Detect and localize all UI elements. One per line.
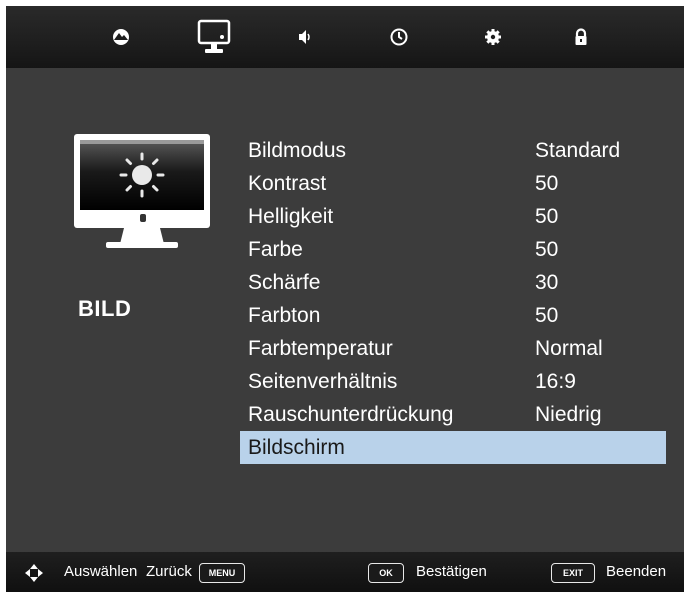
footer-confirm-label: Bestätigen [416, 563, 487, 580]
footer-back-label: Zurück [146, 563, 192, 580]
menu-item-label: Farbtemperatur [248, 337, 393, 360]
footer-exit-label: Beenden [606, 563, 667, 580]
menu-item-value: 30 [535, 271, 559, 294]
menu-item-label: Farbe [248, 238, 303, 261]
menu-item-kontrast[interactable]: Kontrast 50 [240, 167, 666, 200]
menu-item-value: 50 [535, 304, 559, 327]
menu-item-label: Rauschunterdrückung [248, 403, 454, 426]
menu-item-bildmodus[interactable]: Bildmodus Standard [240, 134, 666, 167]
speaker-icon [299, 30, 310, 44]
menu-item-value: 50 [535, 238, 559, 261]
menu-item-label: Helligkeit [248, 205, 334, 228]
menu-item-label: Bildschirm [248, 436, 345, 459]
gear-icon [485, 29, 501, 45]
menu-item-farbtemperatur[interactable]: Farbtemperatur Normal [240, 332, 666, 365]
menu-item-schaerfe[interactable]: Schärfe 30 [240, 266, 666, 299]
tab-lock[interactable] [564, 20, 598, 54]
menu-item-label: Seitenverhältnis [248, 370, 398, 393]
tab-settings[interactable] [476, 20, 510, 54]
exit-key-button[interactable]: EXIT [551, 563, 595, 583]
menu-item-seitenverhaeltnis[interactable]: Seitenverhältnis 16:9 [240, 365, 666, 398]
menu-item-label: Kontrast [248, 172, 327, 195]
tab-picture[interactable] [194, 16, 234, 58]
menu-key-button[interactable]: MENU [199, 563, 245, 583]
footer-help-bar: Auswählen Zurück MENU OK Bestätigen EXIT… [6, 552, 684, 592]
picture-globe-icon [113, 29, 129, 45]
menu-item-label: Farbton [248, 304, 321, 327]
section-title: BILD [78, 296, 132, 321]
menu-item-bildschirm[interactable]: Bildschirm [240, 431, 666, 464]
menu-item-value: 50 [535, 172, 559, 195]
tab-sound[interactable] [288, 20, 322, 54]
lock-icon [575, 28, 587, 45]
monitor-icon [197, 19, 231, 53]
menu-item-value: Niedrig [535, 403, 602, 426]
menu-item-value: Normal [535, 337, 603, 360]
tv-menu-screen: BILD Bildmodus Standard Kontrast 50 Hell… [6, 6, 684, 592]
menu-item-rauschunterdrueckung[interactable]: Rauschunterdrückung Niedrig [240, 398, 666, 431]
ok-key-button[interactable]: OK [368, 563, 404, 583]
menu-item-farbe[interactable]: Farbe 50 [240, 233, 666, 266]
menu-item-label: Bildmodus [248, 139, 347, 162]
settings-menu: Bildmodus Standard Kontrast 50 Helligkei… [240, 134, 666, 464]
menu-item-value: 50 [535, 205, 559, 228]
footer-select-label: Auswählen [64, 563, 138, 580]
clock-icon [390, 28, 408, 46]
menu-item-value: Standard [535, 139, 621, 162]
menu-item-value: 16:9 [535, 370, 576, 393]
tab-time[interactable] [382, 20, 416, 54]
menu-item-helligkeit[interactable]: Helligkeit 50 [240, 200, 666, 233]
menu-item-label: Schärfe [248, 271, 321, 294]
menu-item-farbton[interactable]: Farbton 50 [240, 299, 666, 332]
tab-picture-mode[interactable] [104, 20, 138, 54]
monitor-brightness-icon [74, 134, 210, 248]
directional-pad-icon [25, 564, 43, 582]
top-tab-bar [6, 6, 684, 68]
